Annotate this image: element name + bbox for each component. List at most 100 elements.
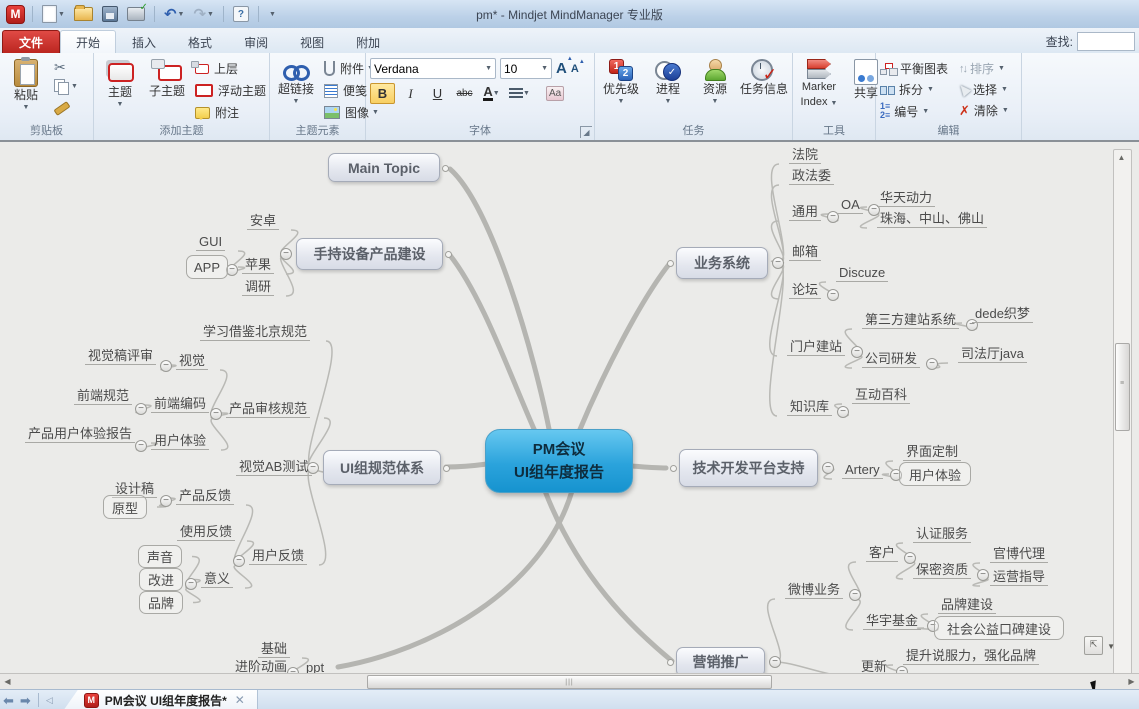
topic-zhuhai[interactable]: 珠海、中山、佛山: [877, 211, 987, 228]
format-painter-button[interactable]: [51, 98, 81, 113]
topic-yonghutiyan2[interactable]: 用户体验: [899, 462, 971, 486]
collapse-icon-yiyi[interactable]: −: [185, 578, 197, 590]
font-family-select[interactable]: Verdana▼: [370, 58, 496, 79]
topic-qianduanbianma[interactable]: 前端编码: [151, 396, 209, 413]
topic-qianduanguifan[interactable]: 前端规范: [74, 388, 132, 405]
marker-index-button[interactable]: Marker Index ▼: [797, 57, 841, 112]
topic-chanpinshenhe[interactable]: 产品审核规范: [226, 401, 310, 418]
hyperlink-button[interactable]: 超链接 ▼: [274, 57, 318, 107]
scroll-left-button[interactable]: ◀: [0, 674, 15, 689]
strikethrough-button[interactable]: abc: [453, 84, 476, 103]
new-document-button[interactable]: ▼: [40, 4, 67, 24]
font-size-select[interactable]: 10▼: [500, 58, 552, 79]
balance-map-button[interactable]: 平衡图表: [880, 60, 956, 77]
tab-insert[interactable]: 插入: [116, 30, 172, 53]
sort-button[interactable]: ↑↓排序▼: [959, 60, 1009, 77]
topic-button[interactable]: 主题 ▼: [98, 57, 142, 110]
copy-button[interactable]: ▼: [51, 78, 81, 95]
topic-huatian[interactable]: 华天动力: [877, 190, 935, 207]
collapse-icon-chanpinshenhe[interactable]: −: [210, 408, 222, 420]
topic-dede[interactable]: dede织梦: [972, 306, 1033, 323]
topic-jichu[interactable]: 基础: [258, 641, 290, 658]
topic-gui[interactable]: GUI: [196, 234, 225, 251]
split-button[interactable]: 拆分▼: [880, 81, 956, 98]
scroll-up-button[interactable]: ▲: [1114, 150, 1129, 165]
vertical-scrollbar[interactable]: ▲ ≡ ▼: [1113, 149, 1132, 675]
topic-pinpaijianshe[interactable]: 品牌建设: [938, 597, 996, 614]
clear-button[interactable]: ✗清除▼: [959, 102, 1009, 119]
collapse-icon-marketing[interactable]: −: [769, 656, 781, 668]
customize-toolbar-button[interactable]: ▼: [266, 4, 278, 24]
cut-button[interactable]: ✂: [51, 59, 81, 75]
tab-home[interactable]: 开始: [60, 30, 116, 53]
topic-artery[interactable]: Artery: [842, 462, 883, 479]
scroll-right-button[interactable]: ▶: [1124, 674, 1139, 689]
topic-youxiang[interactable]: 邮箱: [789, 244, 821, 261]
paste-button[interactable]: 粘贴 ▼: [4, 57, 48, 113]
priority-button[interactable]: 12 优先级 ▼: [599, 57, 643, 107]
close-tab-icon[interactable]: ✕: [235, 693, 245, 707]
underline-button[interactable]: U: [426, 84, 449, 103]
collapse-icon-baomi[interactable]: −: [977, 569, 989, 581]
topic-menhu[interactable]: 门户建站: [787, 339, 845, 356]
topic-kehu[interactable]: 客户: [866, 545, 898, 562]
topic-diaoyan[interactable]: 调研: [242, 279, 274, 296]
topic-renzheng[interactable]: 认证服务: [913, 526, 971, 543]
topic-pingguo[interactable]: 苹果: [242, 257, 274, 274]
clear-formatting-button[interactable]: Aa: [546, 86, 564, 101]
topic-yiyi[interactable]: 意义: [201, 571, 233, 588]
tab-review[interactable]: 审阅: [228, 30, 284, 53]
topic-main-topic[interactable]: Main Topic: [328, 153, 440, 182]
topic-anzhuo[interactable]: 安卓: [247, 213, 279, 230]
topic-oa[interactable]: OA: [838, 197, 863, 214]
collapse-icon-shijue[interactable]: −: [160, 360, 172, 372]
topic-yonghutiyan[interactable]: 用户体验: [151, 433, 209, 450]
topic-shehui[interactable]: 社会公益口碑建设: [934, 616, 1064, 640]
parent-topic-button[interactable]: 上层: [192, 59, 269, 78]
resource-button[interactable]: 资源 ▼: [693, 57, 737, 107]
collapse-icon-weibo[interactable]: −: [849, 589, 861, 601]
fit-map-dropdown[interactable]: ▼: [1107, 642, 1115, 651]
fit-map-button[interactable]: ⇱: [1084, 636, 1103, 655]
topic-discuze[interactable]: Discuze: [836, 265, 888, 282]
topic-gongsiyanfa[interactable]: 公司研发: [862, 351, 920, 368]
collapse-icon-tech-platform[interactable]: −: [822, 462, 834, 474]
callout-button[interactable]: 附注: [192, 103, 269, 122]
map-canvas[interactable]: PM会议 UI组年度报告Main Topic手持设备产品建设−业务系统−UI组规…: [0, 140, 1139, 675]
topic-shijueAB[interactable]: 视觉AB测试: [236, 459, 312, 476]
topic-luntan[interactable]: 论坛: [789, 282, 821, 299]
topic-jiemian[interactable]: 界面定制: [903, 444, 961, 461]
topic-shengyin[interactable]: 声音: [138, 545, 182, 568]
tab-view[interactable]: 视图: [284, 30, 340, 53]
topic-disanfang[interactable]: 第三方建站系统: [862, 312, 959, 329]
topic-tisheng[interactable]: 提升说服力，强化品牌: [903, 648, 1039, 665]
collapse-icon-zhishiku[interactable]: −: [837, 406, 849, 418]
vertical-scrollbar-thumb[interactable]: ≡: [1115, 343, 1130, 431]
subtopic-button[interactable]: 子主题: [145, 57, 189, 100]
print-button[interactable]: [125, 4, 147, 24]
nav-back-button[interactable]: ⬅: [3, 694, 14, 707]
italic-button[interactable]: I: [399, 84, 422, 103]
topic-yuanxing[interactable]: 原型: [103, 495, 147, 519]
scroll-tabs-left-button[interactable]: ◁: [46, 695, 53, 706]
topic-central[interactable]: PM会议 UI组年度报告: [485, 429, 633, 493]
collapse-icon-yonghufankui[interactable]: −: [233, 555, 245, 567]
topic-pinpai[interactable]: 品牌: [139, 591, 183, 614]
numbering-button[interactable]: 1≡2≡编号▼: [880, 102, 956, 120]
bold-button[interactable]: B: [370, 83, 395, 104]
horizontal-scrollbar[interactable]: ◀ ||| ▶: [0, 673, 1139, 690]
topic-gaijin[interactable]: 改进: [139, 568, 183, 591]
topic-tongyong[interactable]: 通用: [789, 204, 821, 221]
topic-zhishiku[interactable]: 知识库: [787, 399, 832, 416]
topic-guanbo[interactable]: 官博代理: [990, 546, 1048, 563]
grow-font-button[interactable]: A: [556, 60, 567, 77]
topic-shijuegao[interactable]: 视觉稿评审: [85, 348, 156, 365]
mindmanager-logo[interactable]: M: [6, 5, 25, 24]
collapse-icon-chanpinfankui[interactable]: −: [160, 495, 172, 507]
horizontal-scrollbar-thumb[interactable]: |||: [367, 675, 772, 689]
topic-weibo[interactable]: 微博业务: [785, 582, 843, 599]
topic-shiyongfankui[interactable]: 使用反馈: [177, 524, 235, 541]
topic-chanpinfankui[interactable]: 产品反馈: [176, 488, 234, 505]
topic-sifating[interactable]: 司法厅java: [958, 346, 1027, 363]
topic-baomi[interactable]: 保密资质: [913, 562, 971, 579]
